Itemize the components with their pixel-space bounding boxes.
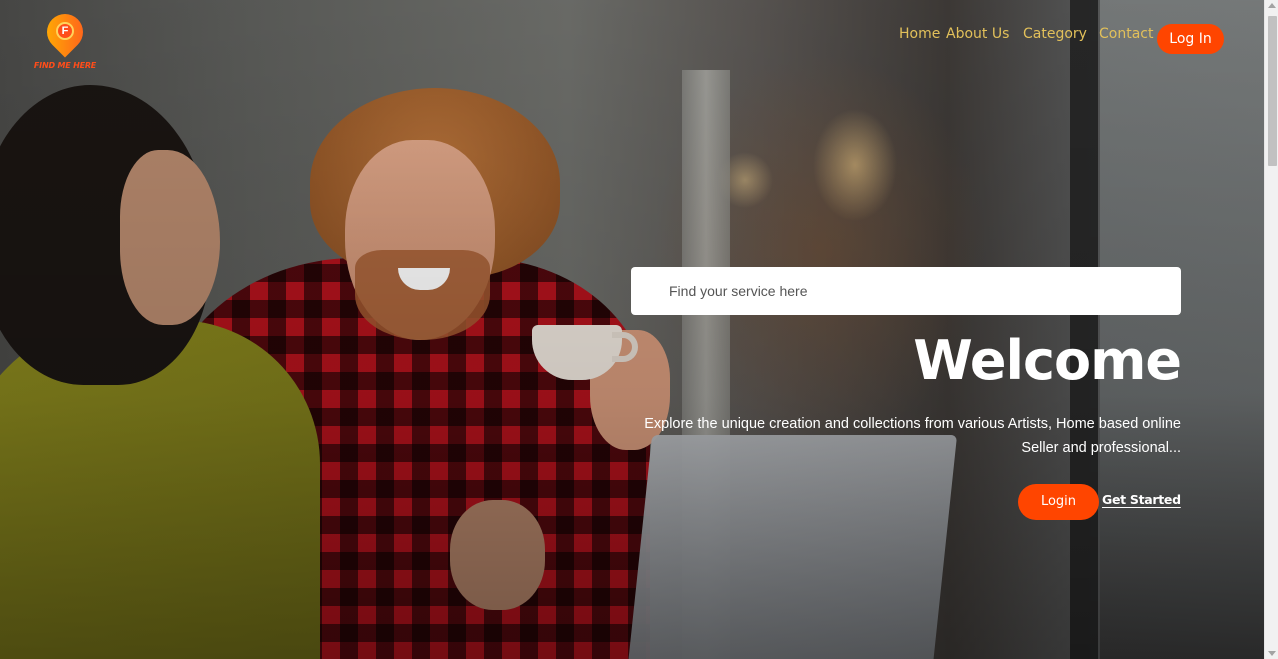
site-logo[interactable]: F FIND ME HERE — [30, 6, 100, 74]
hero-description: Explore the unique creation and collecti… — [644, 416, 1181, 456]
hero-title: Welcome — [913, 329, 1182, 392]
hero-login-button[interactable]: Login — [1018, 484, 1099, 520]
logo-letter: F — [56, 22, 74, 40]
get-started-link[interactable]: Get Started — [1102, 492, 1181, 507]
nav-about-link[interactable]: About Us — [946, 26, 1009, 46]
scroll-down-arrow-icon[interactable] — [1268, 651, 1276, 656]
header-login-button[interactable]: Log In — [1157, 24, 1224, 54]
nav-category-link[interactable]: Category — [1023, 26, 1087, 46]
page-scrollbar[interactable] — [1264, 0, 1278, 659]
scrollbar-thumb[interactable] — [1268, 16, 1277, 166]
nav-contact-link[interactable]: Contact — [1099, 26, 1153, 46]
logo-text: FIND ME HERE — [33, 61, 97, 70]
scroll-up-arrow-icon[interactable] — [1268, 3, 1276, 8]
nav-home-link[interactable]: Home — [899, 26, 940, 46]
service-search-input[interactable] — [631, 267, 1181, 315]
